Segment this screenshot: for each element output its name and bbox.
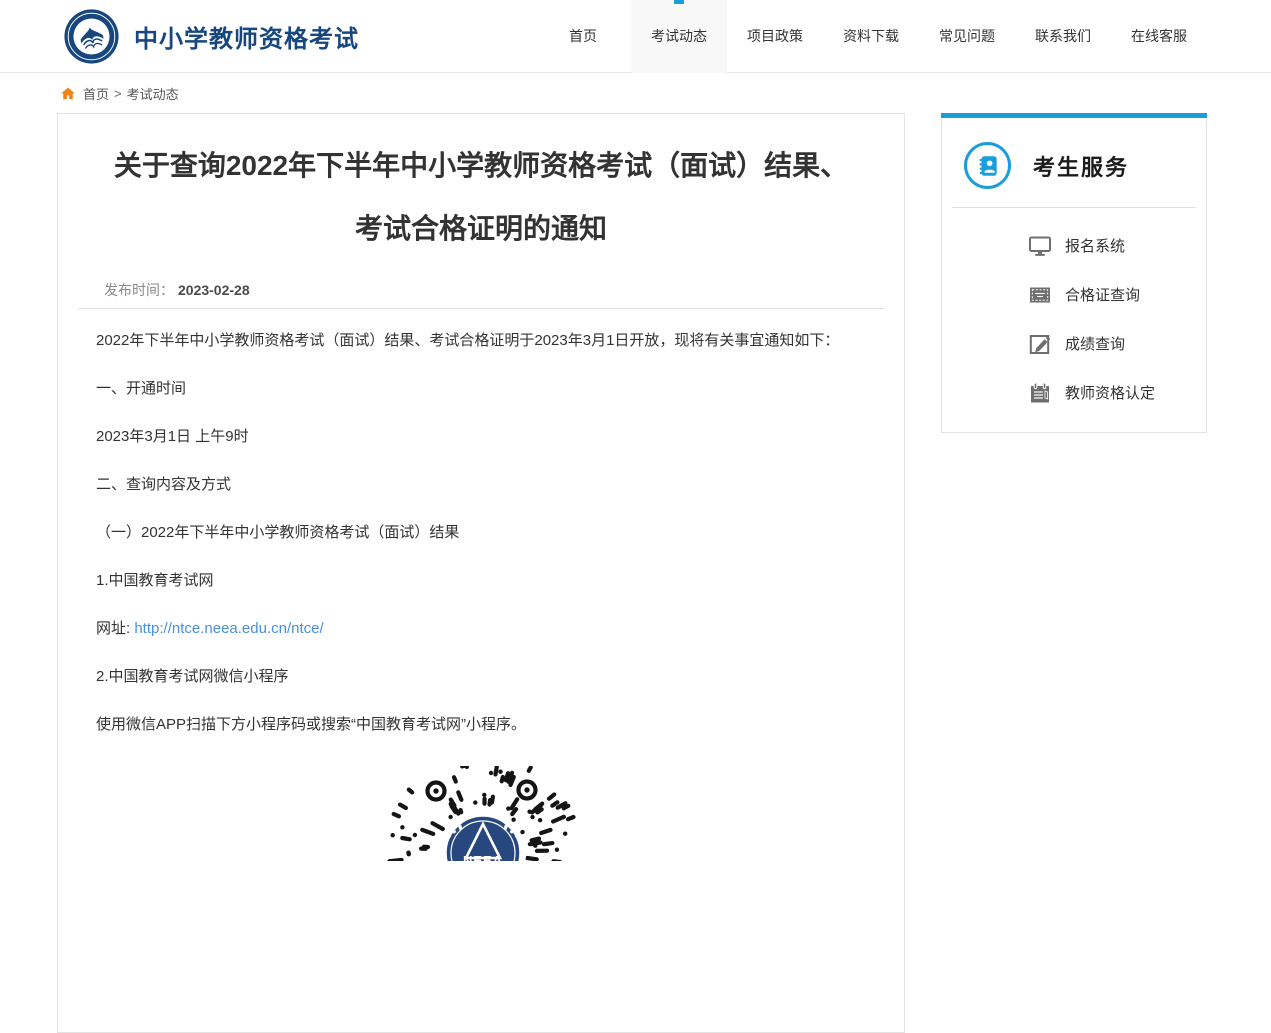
monitor-icon — [1028, 234, 1052, 258]
service-item-label: 教师资格认定 — [1065, 382, 1155, 403]
breadcrumb: 首页 > 考试动态 — [0, 73, 1271, 113]
article-paragraph: 使用微信APP扫描下方小程序码或搜索“中国教育考试网”小程序。 — [78, 701, 884, 749]
service-item-label: 合格证查询 — [1065, 284, 1140, 305]
publish-label: 发布时间： — [104, 282, 174, 298]
pencil-square-icon — [1028, 332, 1052, 356]
article-paragraph: 2022年下半年中小学教师资格考试（面试）结果、考试合格证明于2023年3月1日… — [78, 317, 884, 365]
active-tab-marker-icon — [674, 0, 684, 4]
site-title: 中小学教师资格考试 — [134, 19, 359, 54]
main-area: 关于查询2022年下半年中小学教师资格考试（面试）结果、 考试合格证明的通知 发… — [0, 113, 1271, 1033]
site-header: 中小学教师资格考试 首页考试动态项目政策资料下载常见问题联系我们在线客服 — [0, 0, 1271, 73]
publish-meta: 发布时间：2023-02-28 — [78, 280, 884, 300]
site-logo-icon — [63, 8, 120, 65]
article-paragraph: 二、查询内容及方式 — [78, 461, 884, 509]
qr-eye-left — [428, 783, 445, 800]
page-title-line2: 考试合格证明的通知 — [78, 197, 884, 260]
service-item-certificate-query[interactable]: 合格证查询 — [942, 270, 1206, 319]
link-prefix: 网址: — [96, 620, 134, 637]
article-paragraph: 一、开通时间 — [78, 365, 884, 413]
article-paragraph: （一）2022年下半年中小学教师资格考试（面试）结果 — [78, 509, 884, 557]
sidebar-title: 考生服务 — [1033, 150, 1129, 182]
home-icon — [60, 86, 76, 101]
candidate-services-panel: 考生服务 报名系统合格证查询成绩查询教师资格认定 — [941, 113, 1207, 433]
service-list: 报名系统合格证查询成绩查询教师资格认定 — [942, 208, 1206, 432]
service-item-label: 报名系统 — [1065, 235, 1125, 256]
nav-item-faq[interactable]: 常见问题 — [919, 0, 1015, 73]
nav-item-downloads[interactable]: 资料下载 — [823, 0, 919, 73]
article-paragraph: 网址: http://ntce.neea.edu.cn/ntce/ — [78, 605, 884, 653]
article-paragraph: 2.中国教育考试网微信小程序 — [78, 653, 884, 701]
page-title-line1: 关于查询2022年下半年中小学教师资格考试（面试）结果、 — [78, 134, 884, 197]
neea-emblem: NEEA — [442, 816, 523, 861]
article-paragraph: 2023年3月1日 上午9时 — [78, 413, 884, 461]
nav-item-policies[interactable]: 项目政策 — [727, 0, 823, 73]
nav-item-contact[interactable]: 联系我们 — [1015, 0, 1111, 73]
article-paragraph: 1.中国教育考试网 — [78, 557, 884, 605]
nav-item-exam-news[interactable]: 考试动态 — [631, 0, 727, 73]
page-title: 关于查询2022年下半年中小学教师资格考试（面试）结果、 考试合格证明的通知 — [78, 134, 884, 260]
publish-date: 2023-02-28 — [178, 282, 250, 298]
certificate-icon — [1028, 283, 1052, 307]
nav-item-home[interactable]: 首页 — [535, 0, 631, 73]
article-body: 2022年下半年中小学教师资格考试（面试）结果、考试合格证明于2023年3月1日… — [78, 317, 884, 749]
ntce-link[interactable]: http://ntce.neea.edu.cn/ntce/ — [134, 620, 323, 637]
breadcrumb-current: 考试动态 — [127, 84, 179, 103]
candidate-services-icon — [964, 142, 1011, 189]
breadcrumb-separator: > — [114, 86, 122, 101]
meta-divider — [78, 308, 884, 309]
main-nav: 首页考试动态项目政策资料下载常见问题联系我们在线客服 — [535, 0, 1207, 73]
mini-program-qr-code: NEEA — [386, 766, 576, 861]
qr-eye-right — [519, 782, 536, 799]
service-item-score-query[interactable]: 成绩查询 — [942, 319, 1206, 368]
article-box: 关于查询2022年下半年中小学教师资格考试（面试）结果、 考试合格证明的通知 发… — [57, 113, 905, 1033]
service-item-teacher-certification[interactable]: 教师资格认定 — [942, 368, 1206, 417]
nav-item-online-service[interactable]: 在线客服 — [1111, 0, 1207, 73]
breadcrumb-home[interactable]: 首页 — [83, 84, 109, 103]
sidebar-header: 考生服务 — [942, 118, 1206, 207]
service-item-label: 成绩查询 — [1065, 333, 1125, 354]
service-item-signup-system[interactable]: 报名系统 — [942, 221, 1206, 270]
notepad-icon — [1028, 381, 1052, 405]
